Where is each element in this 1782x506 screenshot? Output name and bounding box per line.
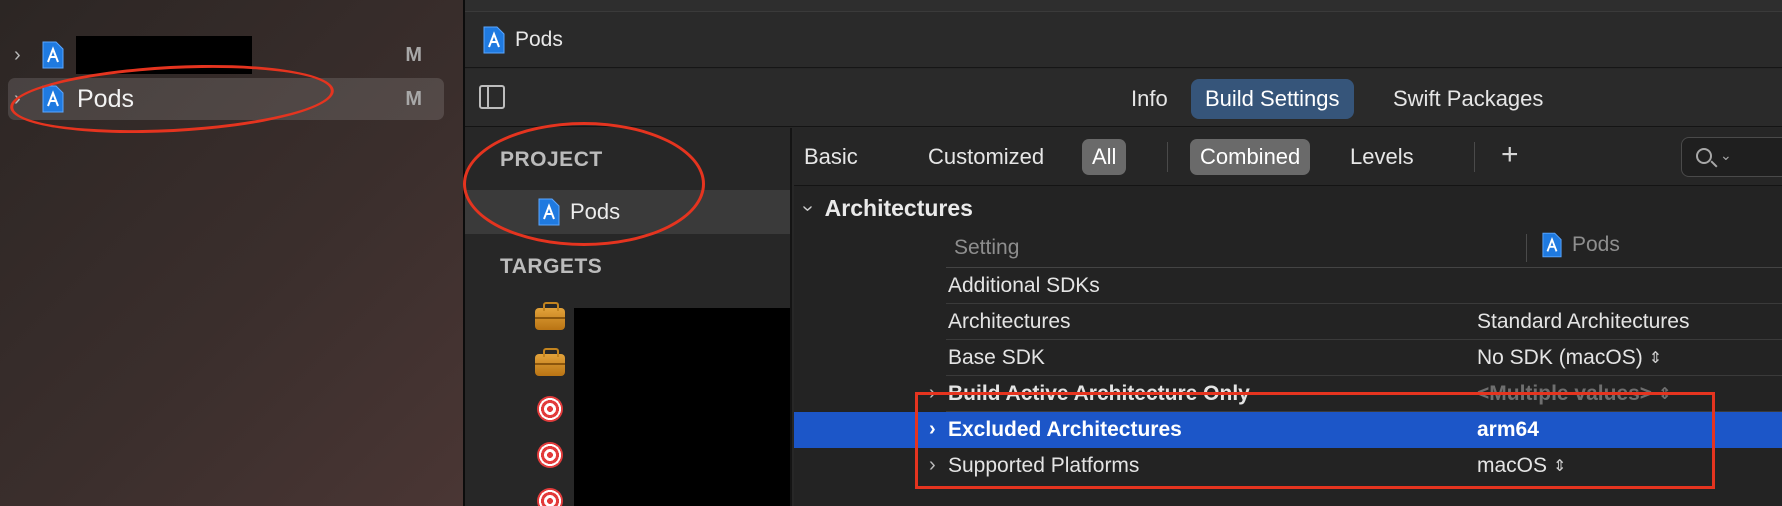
disclosure-chevron-icon[interactable]: › xyxy=(14,44,32,67)
project-item-label: Pods xyxy=(570,199,621,224)
project-targets-list: PROJECT Pods TARGETS xyxy=(465,128,792,506)
disclosure-chevron-icon[interactable]: › xyxy=(14,88,32,111)
breadcrumb-label: Pods xyxy=(515,27,563,51)
toolbox-icon xyxy=(535,348,565,376)
breadcrumb[interactable]: Pods xyxy=(483,26,563,54)
target-icon xyxy=(537,442,563,468)
target-item-5[interactable] xyxy=(533,484,567,506)
architectures-group-header[interactable]: › Architectures xyxy=(794,188,1782,228)
column-separator[interactable] xyxy=(1526,234,1527,262)
target-icon xyxy=(537,396,563,422)
setting-row-architectures[interactable]: Architectures Standard Architectures xyxy=(794,304,1782,340)
settings-search-field[interactable]: ⌄ xyxy=(1681,137,1782,177)
navigator-item-label: Pods xyxy=(77,84,134,113)
setting-name: Excluded Architectures xyxy=(948,418,1182,441)
setting-row-excluded-architectures[interactable]: › Excluded Architectures arm64 xyxy=(794,412,1782,448)
setting-value-popup[interactable]: macOS ⇕ xyxy=(1477,454,1566,478)
target-icon xyxy=(537,488,563,506)
xcode-project-icon xyxy=(42,85,64,113)
popup-arrows-icon: ⇕ xyxy=(1553,458,1567,475)
setting-row-build-active-arch-only[interactable]: › Build Active Architecture Only <Multip… xyxy=(794,376,1782,412)
build-settings-pane: Basic Customized All Combined Levels + ⌄… xyxy=(794,128,1782,506)
popup-arrows-icon: ⇕ xyxy=(1658,386,1672,403)
sidebar-toggle-icon[interactable] xyxy=(479,85,505,109)
editor-tab-bar: Info Build Settings Swift Packages xyxy=(465,69,1782,127)
setting-name: Architectures xyxy=(948,310,1071,333)
setting-name: Base SDK xyxy=(948,346,1045,369)
project-navigator: › M › Pods M xyxy=(0,0,463,506)
setting-value[interactable]: Standard Architectures xyxy=(1477,310,1689,334)
jump-bar: Pods xyxy=(465,12,1782,68)
setting-row-base-sdk[interactable]: Base SDK No SDK (macOS) ⇕ xyxy=(794,340,1782,376)
tab-swift-packages[interactable]: Swift Packages xyxy=(1379,79,1557,119)
setting-row-supported-platforms[interactable]: › Supported Platforms macOS ⇕ xyxy=(794,448,1782,484)
add-setting-button[interactable]: + xyxy=(1501,138,1519,172)
setting-column-label: Setting xyxy=(954,236,1020,259)
search-icon xyxy=(1696,148,1712,164)
disclosure-chevron-icon[interactable]: › xyxy=(929,454,936,477)
filter-combined-button[interactable]: Combined xyxy=(1190,139,1311,175)
target-item-3[interactable] xyxy=(533,392,567,426)
xcode-project-icon xyxy=(1542,232,1562,258)
setting-name: Supported Platforms xyxy=(948,454,1140,477)
setting-value[interactable]: arm64 xyxy=(1477,418,1539,442)
filter-separator xyxy=(1474,142,1475,172)
disclosure-chevron-icon[interactable]: › xyxy=(929,418,936,441)
target-column-label: Pods xyxy=(1542,232,1620,258)
xcode-project-icon xyxy=(42,41,64,69)
filter-all-button[interactable]: All xyxy=(1082,139,1127,175)
chevron-down-icon: ⌄ xyxy=(1720,147,1732,163)
window-top-strip xyxy=(465,0,1782,12)
setting-name: Build Active Architecture Only xyxy=(948,382,1250,405)
toolbox-icon xyxy=(535,302,565,330)
filter-basic-button[interactable]: Basic xyxy=(794,139,868,175)
setting-value-popup[interactable]: No SDK (macOS) ⇕ xyxy=(1477,346,1662,370)
modified-badge: M xyxy=(405,87,422,110)
setting-row-additional-sdks[interactable]: Additional SDKs xyxy=(794,268,1782,304)
xcode-project-icon xyxy=(538,198,560,226)
target-item-4[interactable] xyxy=(533,438,567,472)
navigator-item-pods[interactable]: › Pods M xyxy=(8,78,444,120)
redacted-target-names xyxy=(574,308,790,506)
target-item-1[interactable] xyxy=(533,300,567,334)
setting-value-popup[interactable]: <Multiple values> ⇕ xyxy=(1477,382,1671,406)
redacted-name xyxy=(76,36,252,74)
project-section-header: PROJECT xyxy=(500,148,603,171)
modified-badge: M xyxy=(405,43,422,66)
tab-build-settings[interactable]: Build Settings xyxy=(1191,79,1354,119)
project-item-pods[interactable]: Pods xyxy=(465,190,790,234)
disclosure-chevron-icon[interactable]: › xyxy=(929,382,936,405)
setting-name: Additional SDKs xyxy=(948,274,1100,297)
target-item-2[interactable] xyxy=(533,346,567,380)
disclosure-chevron-icon[interactable]: › xyxy=(796,205,819,212)
filter-levels-button[interactable]: Levels xyxy=(1340,139,1424,175)
navigator-item-redacted[interactable]: › M xyxy=(8,34,444,76)
filter-separator xyxy=(1167,142,1168,172)
filter-customized-button[interactable]: Customized xyxy=(918,139,1054,175)
settings-column-header: Setting Pods xyxy=(946,228,1782,268)
popup-arrows-icon: ⇕ xyxy=(1648,350,1663,367)
project-editor: Pods Info Build Settings Swift Packages … xyxy=(465,0,1782,506)
xcode-project-icon xyxy=(483,26,505,54)
filter-bar: Basic Customized All Combined Levels + ⌄ xyxy=(794,128,1782,186)
tab-info[interactable]: Info xyxy=(1117,79,1182,119)
group-title: Architectures xyxy=(824,194,973,221)
targets-section-header: TARGETS xyxy=(500,255,603,278)
